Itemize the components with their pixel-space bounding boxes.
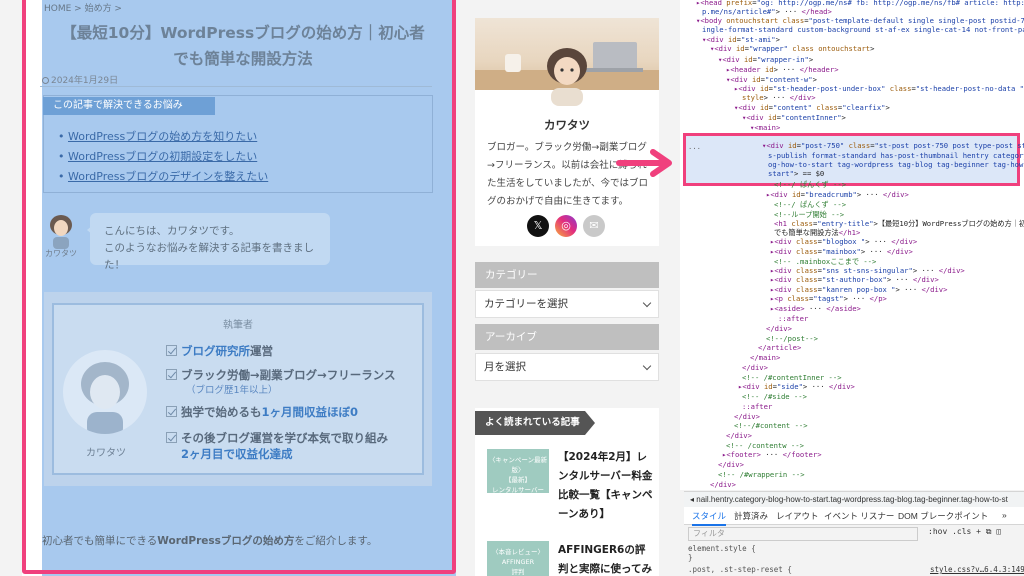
- page-title: 【最短10分】WordPressブログの始め方｜初心者でも簡単な開設方法: [61, 24, 425, 68]
- credential-3-highlight: 1ヶ月間収益ほぼ0: [261, 405, 359, 419]
- breadcrumb[interactable]: HOME > 始め方 >: [44, 1, 122, 14]
- tab-dom-breakpoints[interactable]: DOM ブレークポイント: [898, 510, 988, 522]
- selected-node-line-2: s-publish format-standard has-post-thumb…: [768, 151, 1024, 160]
- profile-avatar-icon: [547, 48, 587, 106]
- chevron-down-icon: [642, 361, 652, 371]
- speech-bubble: こんにちは、カワタツです。 このようなお悩みを解決する記事を書きました！: [87, 213, 330, 271]
- greeting-avatar-icon: [50, 215, 72, 249]
- devtools-tabs: スタイル 計算済み レイアウト イベント リスナー DOM ブレークポイント »: [684, 507, 1024, 526]
- chevron-down-icon: [642, 298, 652, 308]
- author-label: 執筆者: [223, 320, 253, 331]
- tab-layout[interactable]: レイアウト: [776, 510, 819, 522]
- mail-icon[interactable]: ✉: [583, 215, 605, 237]
- category-heading: カテゴリー: [475, 262, 659, 288]
- credential-4: その後ブログ運営を学び本気で取り組み: [166, 430, 388, 446]
- popular-title-1[interactable]: 【2024年2月】レンタルサーバー料金比較一覧【キャンペーンあり】: [558, 448, 654, 524]
- style-line-3: .post, .st-step-reset {: [688, 565, 792, 574]
- credential-1: ブログ研究所運営: [166, 343, 273, 359]
- popular-thumb-1[interactable]: 〈キャンペーン最新版〉 【最新】 レンタルサーバー 料金一覧: [487, 449, 549, 504]
- tab-more[interactable]: »: [1002, 510, 1007, 520]
- intro-bold: WordPressブログの始め方: [157, 535, 295, 547]
- archive-select[interactable]: 月を選択: [475, 353, 659, 381]
- category-select[interactable]: カテゴリーを選択: [475, 290, 659, 318]
- styles-filter-tools[interactable]: :hov .cls + ⧉ ◫: [928, 527, 1001, 537]
- profile-name: カワタツ: [544, 118, 590, 132]
- post-date-text: 2024年1月29日: [51, 76, 119, 86]
- checkbox-icon: [166, 432, 177, 443]
- concern-link-1[interactable]: WordPressブログの始め方を知りたい: [58, 130, 268, 150]
- popular-title-2[interactable]: AFFINGER6の評判と実際に使ってみた本: [558, 541, 654, 576]
- credential-4-highlight-line: 2ヶ月目で収益化達成: [181, 446, 293, 462]
- checkbox-icon: [166, 345, 177, 356]
- checkbox-icon: [166, 406, 177, 417]
- arrow-right-icon: [616, 149, 672, 177]
- intro-paragraph: 初心者でも簡単にできるWordPressブログの始め方をご紹介します。: [42, 533, 377, 548]
- selected-node-line-3: og-how-to-start tag-wordpress tag-blog t…: [768, 160, 1024, 169]
- credential-4-highlight: 2ヶ月目で収益化達成: [181, 447, 293, 461]
- devtools-breadcrumb[interactable]: ◂ nail.hentry.category-blog-how-to-start…: [684, 491, 1024, 507]
- greeting-line-1: こんにちは、カワタツです。: [104, 225, 240, 237]
- credential-3-text: 独学で始めるも: [181, 405, 262, 419]
- title-divider: [40, 86, 432, 87]
- credential-2-text: ブラック労働→副業ブログ→フリーランス: [181, 368, 396, 382]
- tab-styles[interactable]: スタイル: [692, 510, 727, 526]
- selected-node-line-1: ▾<div id="post-750" class="st-post post-…: [762, 141, 1024, 150]
- credential-4-text: その後ブログ運営を学び本気で取り組み: [181, 431, 388, 445]
- credential-1-text: 運営: [250, 344, 273, 358]
- popular-thumb-2[interactable]: 〈本音レビュー〉 AFFINGER 評判: [487, 541, 549, 576]
- selected-node-line-4: start"> == $0: [768, 169, 825, 178]
- credential-3: 独学で始めるも1ヶ月間収益ほぼ0: [166, 404, 358, 420]
- credential-2: ブラック労働→副業ブログ→フリーランス: [166, 367, 396, 383]
- concern-link-3[interactable]: WordPressブログのデザインを整えたい: [58, 170, 268, 190]
- author-illustration-icon: [81, 362, 129, 434]
- instagram-icon[interactable]: ◎: [555, 215, 577, 237]
- concern-link-2[interactable]: WordPressブログの初期設定をしたい: [58, 150, 268, 170]
- intro-text: 初心者でも簡単にできる: [42, 535, 158, 547]
- styles-filter-input[interactable]: フィルタ: [688, 527, 918, 541]
- checkbox-icon: [166, 369, 177, 380]
- ellipsis-icon[interactable]: ···: [688, 144, 701, 153]
- archive-select-value: 月を選択: [484, 361, 526, 373]
- author-name: カワタツ: [86, 448, 126, 459]
- intro-text-end: をご紹介します。: [294, 535, 378, 547]
- devtools-crumb-text: nail.hentry.category-blog-how-to-start.t…: [696, 495, 1008, 504]
- screenshot-stage: HOME > 始め方 > 【最短10分】WordPressブログの始め方｜初心者…: [0, 0, 1024, 576]
- concern-list: WordPressブログの始め方を知りたい WordPressブログの初期設定を…: [58, 130, 268, 190]
- greeting-line-2: このようなお悩みを解決する記事を書きました！: [104, 242, 314, 271]
- style-line-1: element.style {: [688, 544, 756, 553]
- dom-tree-lower: <!--/ ぱんくず --> ▸<div id="breadcrumb"> ··…: [710, 180, 1024, 489]
- author-photo: [63, 350, 147, 434]
- style-line-2: }: [688, 553, 693, 562]
- x-icon[interactable]: 𝕏: [527, 215, 549, 237]
- tab-computed[interactable]: 計算済み: [734, 510, 768, 522]
- clock-icon: [42, 77, 49, 84]
- credential-link[interactable]: ブログ研究所: [181, 344, 250, 358]
- style-source-link[interactable]: style.css?v…6.4.3:14998: [930, 565, 1024, 574]
- tab-event-listeners[interactable]: イベント リスナー: [824, 510, 894, 522]
- category-select-value: カテゴリーを選択: [484, 298, 568, 310]
- greeting-name: カワタツ: [45, 249, 77, 258]
- archive-heading: アーカイブ: [475, 324, 659, 350]
- post-date: 2024年1月29日: [42, 73, 118, 86]
- concern-heading: この記事で解決できるお悩み: [43, 97, 215, 115]
- credential-2-sub: （ブログ歴1年以上）: [186, 385, 278, 396]
- popular-heading: よく読まれている記事: [475, 411, 595, 435]
